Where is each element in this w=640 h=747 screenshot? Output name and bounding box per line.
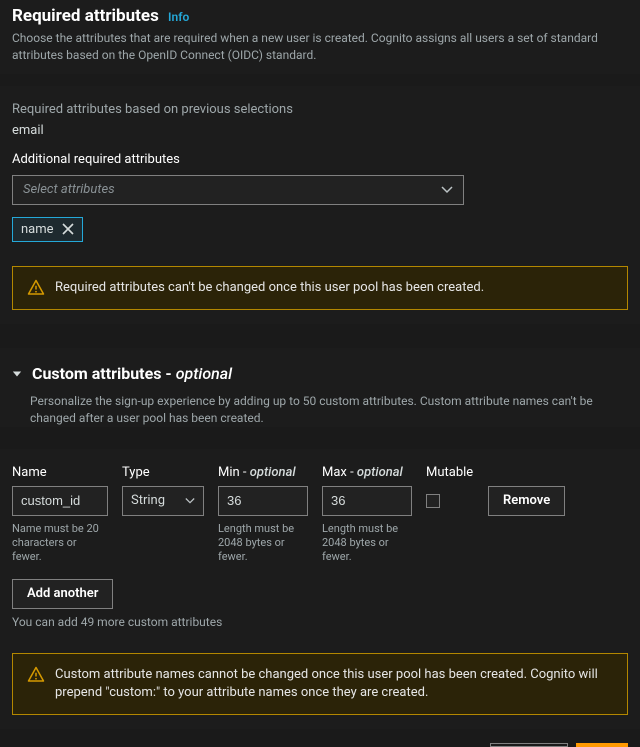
caret-down-icon [12, 369, 26, 379]
chip-label: name [21, 222, 54, 237]
info-link[interactable]: Info [168, 10, 189, 24]
custom-attributes-expander[interactable]: Custom attributes - optional [0, 348, 640, 389]
additional-attributes-label: Additional required attributes [12, 152, 628, 167]
add-another-button[interactable]: Add another [12, 579, 113, 609]
additional-attributes-select[interactable]: Select attributes [12, 175, 464, 205]
remaining-count: You can add 49 more custom attributes [12, 615, 628, 629]
remove-button[interactable]: Remove [488, 486, 565, 516]
previous-selection-value: email [12, 123, 628, 138]
custom-warning-alert: Custom attribute names cannot be changed… [12, 653, 628, 715]
required-attributes-description: Choose the attributes that are required … [12, 30, 628, 64]
required-warning-text: Required attributes can't be changed onc… [55, 279, 484, 297]
previous-selection-label: Required attributes based on previous se… [12, 102, 628, 117]
attribute-type-value: String [131, 493, 185, 508]
column-name-label: Name [12, 465, 108, 480]
close-icon[interactable] [62, 223, 74, 235]
custom-attributes-title: Custom attributes - optional [32, 364, 232, 383]
caret-down-icon [185, 497, 195, 505]
required-warning-alert: Required attributes can't be changed onc… [12, 266, 628, 310]
primary-button[interactable] [576, 743, 628, 747]
secondary-button[interactable] [490, 743, 568, 747]
chip-name[interactable]: name [12, 217, 83, 242]
custom-attributes-description: Personalize the sign-up experience by ad… [30, 393, 628, 427]
column-mutable-label: Mutable [426, 465, 474, 480]
custom-warning-text: Custom attribute names cannot be changed… [55, 666, 613, 702]
column-min-label: Min - optional [218, 465, 308, 480]
warning-icon [27, 666, 45, 684]
min-hint: Length must be 2048 bytes or fewer. [218, 522, 308, 565]
select-placeholder: Select attributes [23, 182, 441, 197]
caret-down-icon [441, 186, 453, 194]
mutable-checkbox[interactable] [426, 494, 440, 508]
warning-icon [27, 279, 45, 297]
attribute-type-select[interactable]: String [122, 486, 204, 516]
column-max-label: Max - optional [322, 465, 412, 480]
custom-attribute-row: Name Name must be 20 characters or fewer… [12, 461, 628, 565]
max-hint: Length must be 2048 bytes or fewer. [322, 522, 412, 565]
name-hint: Name must be 20 characters or fewer. [12, 522, 108, 565]
attribute-name-input[interactable] [12, 486, 108, 516]
attribute-max-input[interactable] [322, 486, 412, 516]
attribute-min-input[interactable] [218, 486, 308, 516]
required-attributes-title: Required attributes [12, 6, 159, 26]
column-type-label: Type [122, 465, 204, 480]
